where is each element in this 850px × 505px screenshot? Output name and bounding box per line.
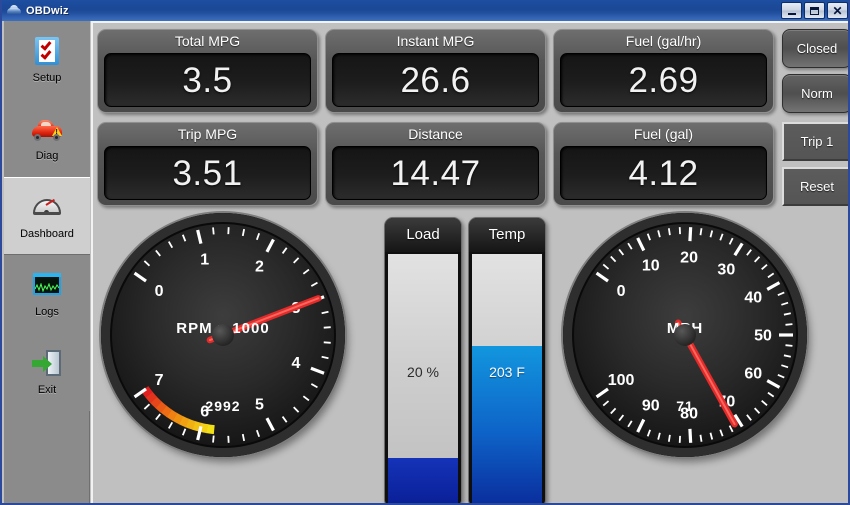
waveform-icon <box>31 270 63 300</box>
svg-text:1: 1 <box>200 252 209 269</box>
close-icon[interactable]: ✕ <box>827 2 848 19</box>
svg-text:0: 0 <box>155 283 164 300</box>
clipboard-check-icon <box>31 36 63 66</box>
sidebar-item-dashboard[interactable]: Dashboard <box>4 177 90 255</box>
svg-text:0: 0 <box>617 283 626 300</box>
speedometer-readout: 71 <box>676 398 694 415</box>
engine-load-fill <box>388 458 458 503</box>
readout-value-box: 4.12 <box>560 146 767 200</box>
car-icon <box>6 3 22 18</box>
readout-value-box: 3.51 <box>104 146 311 200</box>
svg-text:100: 100 <box>608 372 635 389</box>
svg-text:2: 2 <box>255 259 264 276</box>
exit-door-icon <box>31 348 63 378</box>
sidebar-item-logs[interactable]: Logs <box>4 255 90 333</box>
readout-value-box: 26.6 <box>332 53 539 107</box>
readout-title: Fuel (gal) <box>633 126 694 142</box>
readout-title: Total MPG <box>174 33 241 49</box>
engine-load-bar: Load 20 % <box>384 217 462 503</box>
tachometer-hub <box>212 324 234 346</box>
readout-value-box: 3.5 <box>104 53 311 107</box>
sidebar-item-setup[interactable]: Setup <box>4 21 90 99</box>
readout-title: Instant MPG <box>396 33 475 49</box>
loop-status-button[interactable]: Closed <box>782 29 848 68</box>
readout-value: 4.12 <box>628 153 699 193</box>
svg-text:10: 10 <box>642 257 660 274</box>
readout-row-1: Total MPG 3.5 Instant MPG 26.6 Fuel (gal… <box>97 29 848 113</box>
svg-text:20: 20 <box>680 250 698 267</box>
title-bar[interactable]: OBDwiz ✕ <box>2 0 848 21</box>
sidebar-item-label: Diag <box>35 150 59 162</box>
window-controls: ✕ <box>781 2 848 19</box>
readout-value: 3.5 <box>182 60 233 100</box>
minimize-icon[interactable] <box>781 2 802 19</box>
readout-value-box: 14.47 <box>332 146 539 200</box>
coolant-temp-title: Temp <box>469 218 545 252</box>
fuel-status-button[interactable]: Norm <box>782 74 848 113</box>
waveform-trace-icon <box>35 283 59 292</box>
engine-load-track: 20 % <box>388 254 458 503</box>
readout-title: Trip MPG <box>177 126 238 142</box>
readout-total-mpg: Total MPG 3.5 <box>97 29 318 113</box>
sidebar-item-label: Setup <box>32 72 62 84</box>
reset-button[interactable]: Reset <box>782 167 848 206</box>
readout-value: 14.47 <box>390 153 481 193</box>
maximize-icon[interactable] <box>804 2 825 19</box>
tachometer-readout: 2992 <box>205 398 241 415</box>
sidebar-item-label: Logs <box>35 306 59 318</box>
status-button-group: Closed Norm <box>782 29 848 113</box>
readout-value: 26.6 <box>400 60 471 100</box>
readout-distance: Distance 14.47 <box>325 122 546 206</box>
coolant-temp-bar: Temp 203 F <box>468 217 546 503</box>
trip-select-button[interactable]: Trip 1 <box>782 122 848 161</box>
engine-load-value: 20 % <box>407 363 439 380</box>
coolant-temp-track: 203 F <box>472 254 542 503</box>
sidebar: Setup Diag Dashboard Logs <box>4 21 90 503</box>
readout-title: Fuel (gal/hr) <box>625 33 702 49</box>
svg-text:40: 40 <box>744 290 762 307</box>
engine-load-title: Load <box>385 218 461 252</box>
speedometer-hub <box>674 324 696 346</box>
readout-value-box: 2.69 <box>560 53 767 107</box>
svg-text:7: 7 <box>155 372 164 389</box>
window-title: OBDwiz <box>26 4 69 17</box>
svg-text:60: 60 <box>744 365 762 382</box>
sidebar-item-exit[interactable]: Exit <box>4 333 90 411</box>
readout-instant-mpg: Instant MPG 26.6 <box>325 29 546 113</box>
readout-value: 3.51 <box>172 153 243 193</box>
readout-value: 2.69 <box>628 60 699 100</box>
readout-fuel-rate: Fuel (gal/hr) 2.69 <box>553 29 774 113</box>
dashboard-panel: Total MPG 3.5 Instant MPG 26.6 Fuel (gal… <box>91 21 848 503</box>
readout-fuel-total: Fuel (gal) 4.12 <box>553 122 774 206</box>
coolant-temp-value: 203 F <box>489 363 525 380</box>
readout-row-2: Trip MPG 3.51 Distance 14.47 Fuel (gal) … <box>97 122 848 206</box>
tachometer-gauge: 01234567 RPM x 1000 2992 <box>101 213 345 457</box>
readout-trip-mpg: Trip MPG 3.51 <box>97 122 318 206</box>
svg-text:30: 30 <box>717 261 735 278</box>
obdwiz-window: OBDwiz ✕ Setup Diag Dashboard <box>0 0 850 505</box>
gauge-icon <box>31 192 63 222</box>
car-warning-icon <box>31 114 63 144</box>
svg-text:4: 4 <box>292 355 301 372</box>
sidebar-item-label: Exit <box>37 384 57 396</box>
trip-button-group: Trip 1 Reset <box>782 122 848 206</box>
speedometer-gauge: 0102030405060708090100 MPH 71 <box>563 213 807 457</box>
readout-title: Distance <box>408 126 463 142</box>
sidebar-item-label: Dashboard <box>20 228 74 240</box>
sidebar-item-diag[interactable]: Diag <box>4 99 90 177</box>
